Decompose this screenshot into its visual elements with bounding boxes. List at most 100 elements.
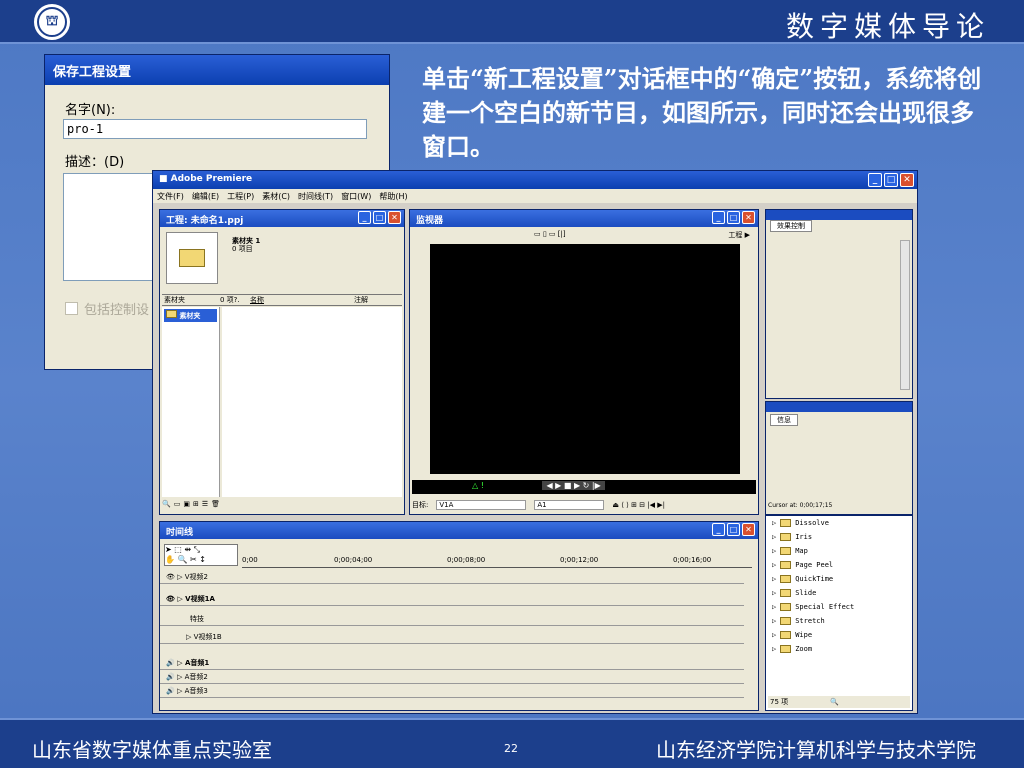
delete-icon[interactable]: 🗑 <box>211 500 220 512</box>
menu-project[interactable]: 工程(P) <box>227 191 254 201</box>
new-item-icon[interactable]: ▣ <box>183 500 190 512</box>
project-maximize-button[interactable]: □ <box>373 211 386 224</box>
bin-count: 0 项目 <box>232 245 253 253</box>
bin-tree-item[interactable]: 素材夹 <box>164 309 217 322</box>
cursor-readout: Cursor at: 0;00;17;15 <box>768 502 833 509</box>
course-title: 数字媒体导论 <box>785 10 990 43</box>
timecode: 0;00;12;00 <box>560 556 599 564</box>
bin-thumbnail[interactable] <box>166 232 218 284</box>
folder-icon <box>780 603 792 611</box>
monitor-close-button[interactable]: ✕ <box>742 211 755 224</box>
bin-tree: 素材夹 <box>162 307 220 497</box>
folder-icon <box>780 561 792 569</box>
transition-folder[interactable]: ▷ Stretch <box>766 614 912 628</box>
effects-scrollbar[interactable] <box>900 240 910 390</box>
slide-footer: 山东省数字媒体重点实验室 22 山东经济学院计算机科学与技术学院 <box>0 718 1024 768</box>
track-a3[interactable]: 🔊 ▷ A音频3 <box>160 684 744 698</box>
col-name[interactable]: 名称 <box>250 295 354 305</box>
transition-folder[interactable]: ▷ Wipe <box>766 628 912 642</box>
timecode: 0;00 <box>242 556 258 564</box>
tab-info[interactable]: 信息 <box>770 414 798 426</box>
slide-header: ⛫ 数字媒体导论 <box>0 0 1024 44</box>
project-close-button[interactable]: ✕ <box>388 211 401 224</box>
timeline-close-button[interactable]: ✕ <box>742 523 755 536</box>
menu-window[interactable]: 窗口(W) <box>341 191 371 201</box>
menu-clip[interactable]: 素材(C) <box>262 191 290 201</box>
find-icon[interactable]: 🔍 <box>162 500 171 512</box>
page-number: 22 <box>504 742 518 755</box>
info-panel: 信息 Cursor at: 0;00;17;15 <box>765 401 913 515</box>
transition-folder[interactable]: ▷ QuickTime <box>766 572 912 586</box>
project-panel: 工程: 未命名1.ppj _ □ ✕ 素材夹 1 0 项目 素材夹 0 项?. 名称… <box>159 209 405 515</box>
project-toolbar: 🔍 ▭ ▣ ⊞ ☰ 🗑 <box>162 500 402 512</box>
menu-edit[interactable]: 编辑(E) <box>192 191 219 201</box>
edit-tools[interactable]: ⏏ ⟨ ⟩ ⊞ ⊟ |◀ ▶| <box>612 501 665 509</box>
transition-folder[interactable]: ▷ Special Effect <box>766 600 912 614</box>
timeline-tools[interactable]: ➤ ⬚ ⇹ ⤡ ✋ 🔍 ✂ ↕ <box>164 544 238 566</box>
folder-icon <box>780 575 792 583</box>
track-transition[interactable]: 特技 <box>160 612 744 626</box>
folder-icon <box>780 589 792 597</box>
track-v1b[interactable]: ▷ V视频1B <box>160 630 744 644</box>
timeline-minimize-button[interactable]: _ <box>712 523 725 536</box>
dialog-title: 保存工程设置 <box>45 55 389 85</box>
monitor-panel-titlebar: 监视器 _ □ ✕ <box>410 210 758 227</box>
slide-caption: 单击“新工程设置”对话框中的“确定”按钮，系统将创建一个空白的新节目，如图所示，… <box>422 64 982 161</box>
effect-controls-titlebar <box>766 210 912 220</box>
project-panel-titlebar: 工程: 未命名1.ppj _ □ ✕ <box>160 210 404 227</box>
icon-view-icon[interactable]: ⊞ <box>193 500 199 512</box>
track-a1[interactable]: 🔊 ▷ A音频1 <box>160 656 744 670</box>
target-audio-select[interactable]: A1 <box>534 500 605 510</box>
checkbox-box[interactable] <box>65 302 78 315</box>
col-items[interactable]: 0 项?. <box>220 295 250 305</box>
timeline-ruler[interactable]: 0;00 0;00;04;00 0;00;08;00 0;00;12;00 0;… <box>242 556 752 568</box>
maximize-button[interactable]: □ <box>884 173 898 187</box>
col-note[interactable]: 注解 <box>354 295 388 305</box>
track-v2[interactable]: 👁 ▷ V视频2 <box>160 570 744 584</box>
transition-folder[interactable]: ▷ Page Peel <box>766 558 912 572</box>
monitor-view-buttons[interactable]: ▭ ▯ ▭ [|] <box>534 230 566 238</box>
track-a2[interactable]: 🔊 ▷ A音频2 <box>160 670 744 684</box>
timeline-panel: 时间线 _ □ ✕ ➤ ⬚ ⇹ ⤡ ✋ 🔍 ✂ ↕ 0;00 0;00;04;00 0… <box>159 521 759 711</box>
transition-folder[interactable]: ▷ Zoom <box>766 642 912 656</box>
project-minimize-button[interactable]: _ <box>358 211 371 224</box>
premiere-window: ■ Adobe Premiere _ □ ✕ 文件(F) 编辑(E) 工程(P)… <box>152 170 918 714</box>
minimize-button[interactable]: _ <box>868 173 882 187</box>
transitions-panel: ▷ Dissolve ▷ Iris ▷ Map ▷ Page Peel ▷ Qu… <box>765 515 913 711</box>
transitions-count: 75 项 🔍 <box>768 696 910 708</box>
transition-folder[interactable]: ▷ Dissolve <box>766 516 912 530</box>
transition-folder[interactable]: ▷ Slide <box>766 586 912 600</box>
menu-timeline[interactable]: 时间线(T) <box>298 191 333 201</box>
timeline-panel-title: 时间线 <box>166 528 194 538</box>
transport-bar: △ ! ◀ ▶ ■ ▶ ↻ |▶ <box>412 480 756 494</box>
marker-icon[interactable]: △ ! <box>472 481 484 490</box>
transition-folder[interactable]: ▷ Map <box>766 544 912 558</box>
name-label: 名字(N): <box>65 103 116 118</box>
playback-controls[interactable]: ◀ ▶ ■ ▶ ↻ |▶ <box>542 481 605 490</box>
university-logo: ⛫ <box>32 2 72 42</box>
name-input[interactable]: pro-1 <box>63 119 367 139</box>
new-bin-icon[interactable]: ▭ <box>174 500 181 512</box>
menu-file[interactable]: 文件(F) <box>157 191 184 201</box>
include-settings-checkbox[interactable]: 包括控制设 <box>65 299 149 318</box>
timecode: 0;00;16;00 <box>673 556 712 564</box>
folder-icon <box>780 645 792 653</box>
monitor-maximize-button[interactable]: □ <box>727 211 740 224</box>
list-view-icon[interactable]: ☰ <box>202 500 208 512</box>
monitor-minimize-button[interactable]: _ <box>712 211 725 224</box>
transition-folder[interactable]: ▷ Iris <box>766 530 912 544</box>
timeline-panel-titlebar: 时间线 _ □ ✕ <box>160 522 758 539</box>
tab-effect-controls[interactable]: 效果控制 <box>770 220 812 232</box>
folder-icon <box>166 310 177 318</box>
target-video-select[interactable]: V1A <box>436 500 527 510</box>
find-icon[interactable]: 🔍 <box>830 698 839 706</box>
track-v1a[interactable]: 👁 ▷ V视频1A <box>160 592 744 606</box>
bin-contents[interactable] <box>222 307 402 497</box>
monitor-mode[interactable]: 工程 ▶ <box>728 230 750 240</box>
effect-controls-panel: 效果控制 <box>765 209 913 399</box>
menu-help[interactable]: 帮助(H) <box>379 191 407 201</box>
folder-icon <box>780 631 792 639</box>
col-bin[interactable]: 素材夹 <box>162 295 220 305</box>
timeline-maximize-button[interactable]: □ <box>727 523 740 536</box>
close-button[interactable]: ✕ <box>900 173 914 187</box>
